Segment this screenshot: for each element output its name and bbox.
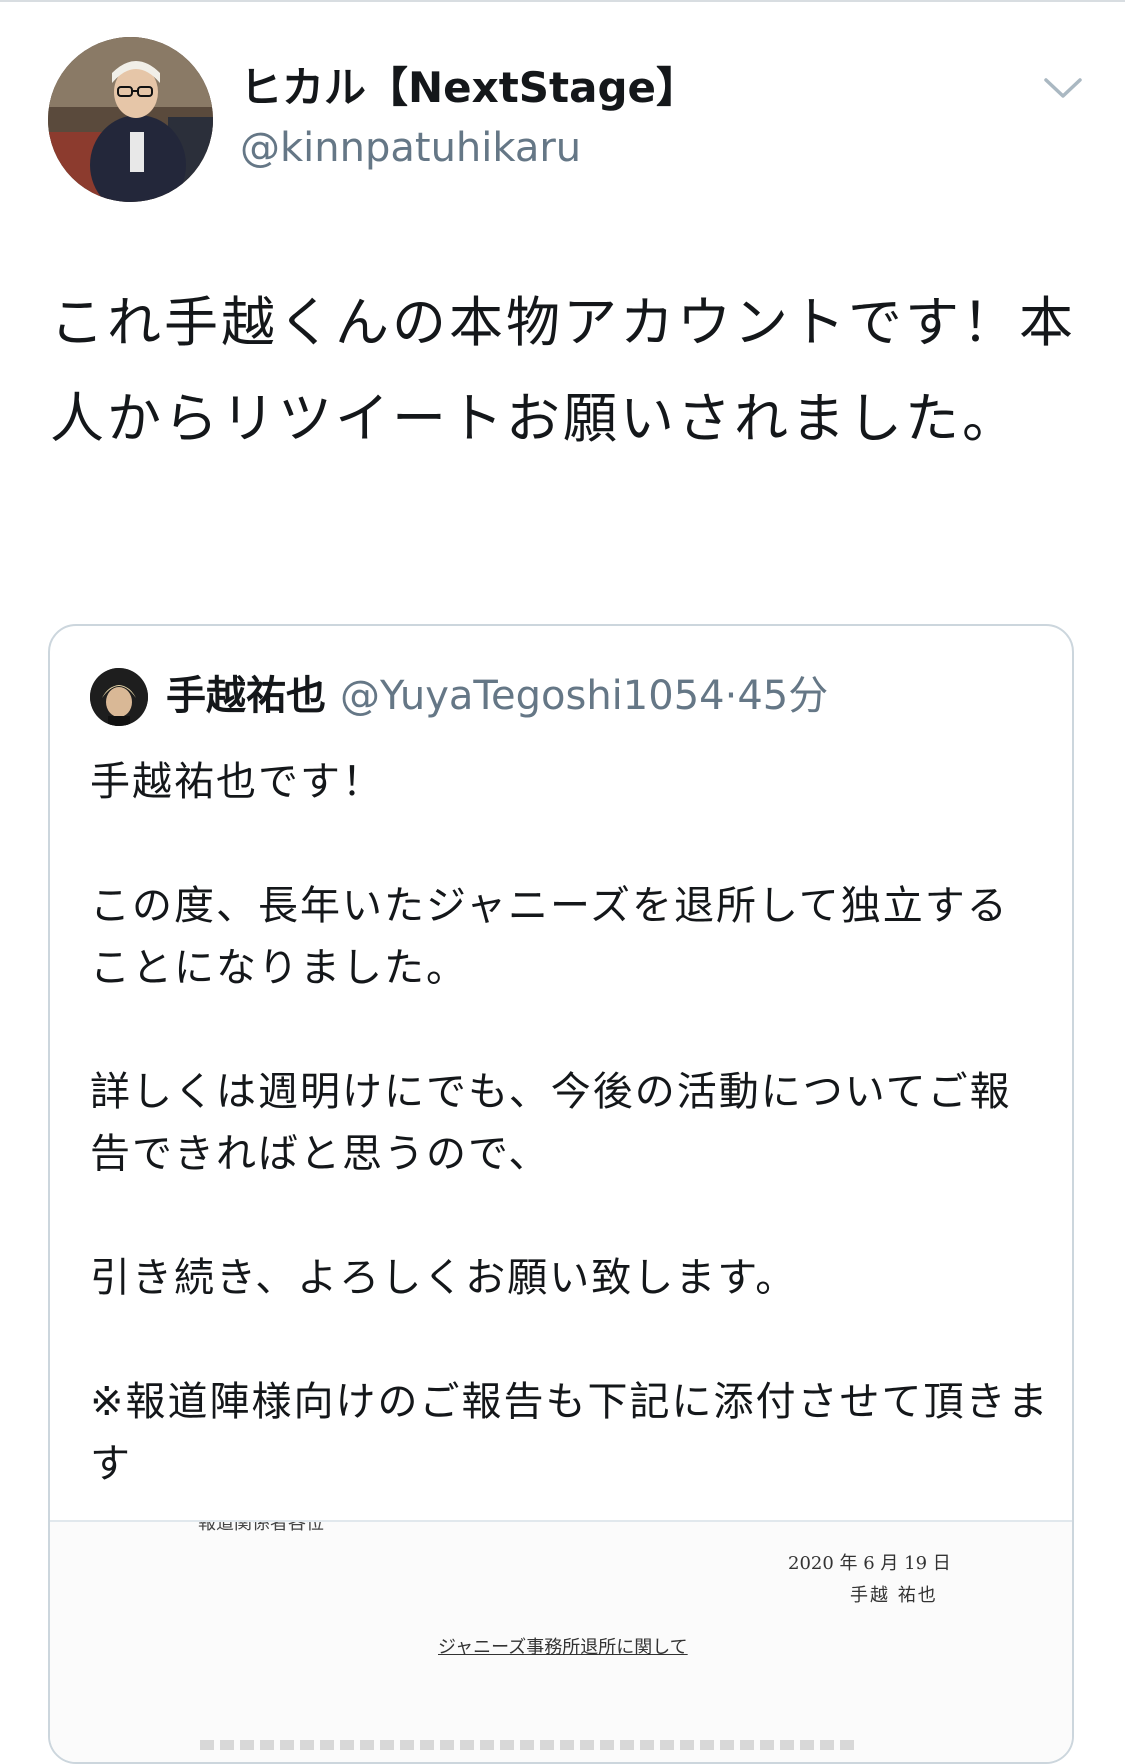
author-avatar-photo xyxy=(48,37,213,202)
quoted-author-name[interactable]: 手越祐也 xyxy=(166,673,326,719)
tweet-text: これ手越くんの本物アカウントです！本人からリツイートお願いされました。 xyxy=(50,291,1076,450)
quoted-tweet-header: 手越祐也 @YuyaTegoshi1054·45分 xyxy=(166,666,828,726)
document-date: 2020 年 6 月 19 日 xyxy=(788,1553,951,1574)
separator-dot: · xyxy=(724,673,738,719)
quoted-timestamp[interactable]: 45分 xyxy=(737,673,828,719)
top-divider xyxy=(0,0,1125,2)
chevron-down-icon[interactable] xyxy=(1040,70,1086,106)
document-subject: ジャニーズ事務所退所に関して xyxy=(438,1637,688,1658)
quoted-author-avatar[interactable] xyxy=(90,668,148,726)
document-addressee: 報道関係者各位 xyxy=(198,1520,324,1534)
quoted-tweet-text: 手越祐也です！ この度、長年いたジャニーズを退所して独立することになりました。 … xyxy=(90,759,1050,1487)
document-body-cutoff xyxy=(200,1740,860,1750)
author-handle[interactable]: @kinnpatuhikaru xyxy=(240,122,581,174)
author-name[interactable]: ヒカル【NextStage】 xyxy=(240,60,698,116)
document-signer: 手越 祐也 xyxy=(850,1585,938,1606)
quoted-author-handle[interactable]: @YuyaTegoshi1054 xyxy=(340,673,725,719)
author-avatar[interactable] xyxy=(48,37,213,202)
quoted-tweet-card[interactable]: 手越祐也 @YuyaTegoshi1054·45分 手越祐也です！ この度、長年い… xyxy=(48,624,1074,1764)
quoted-tweet-media[interactable]: 報道関係者各位 2020 年 6 月 19 日 手越 祐也 ジャニーズ事務所退所… xyxy=(50,1520,1072,1762)
quoted-avatar-photo xyxy=(90,668,148,726)
